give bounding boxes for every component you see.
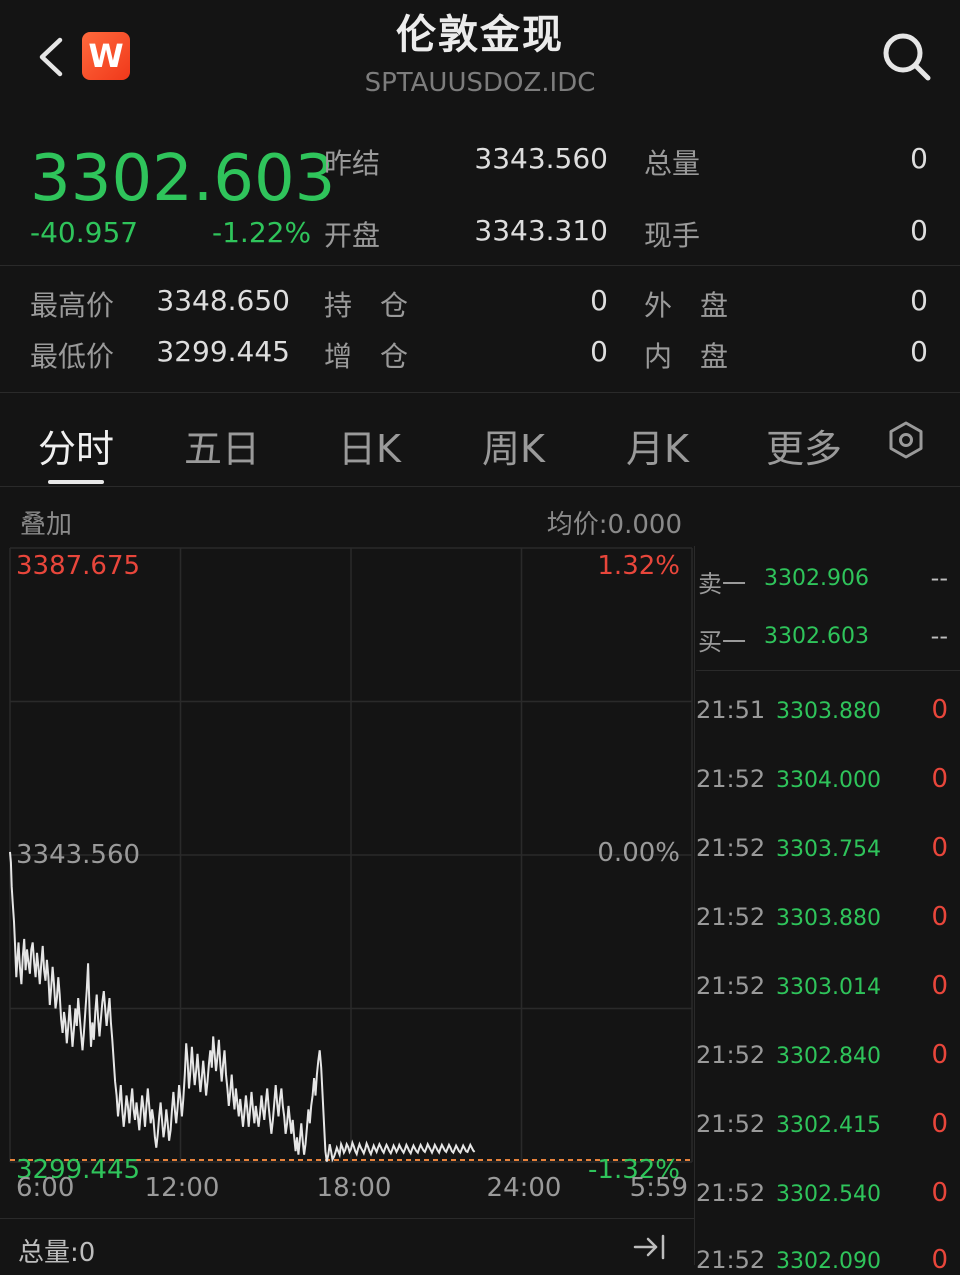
prev-settle-value: 3343.560 xyxy=(474,142,608,175)
tick-time: 21:52 xyxy=(696,1110,766,1138)
chart-x-tick: 18:00 xyxy=(317,1173,392,1203)
ask-label: 卖一 xyxy=(698,570,746,598)
tick-price: 3302.840 xyxy=(776,1044,881,1069)
open-value: 3343.310 xyxy=(474,214,608,247)
oi-change-value: 0 xyxy=(590,335,608,368)
inner-value: 0 xyxy=(910,335,928,368)
tick-price: 3302.540 xyxy=(776,1182,881,1207)
total-volume-value: 0 xyxy=(910,142,928,175)
tick-price: 3303.754 xyxy=(776,837,881,862)
oi-change-label: 增 仓 xyxy=(324,340,409,373)
divider xyxy=(0,265,960,266)
tab-weekly-k[interactable]: 周K xyxy=(482,418,545,473)
page-title: 伦敦金现 xyxy=(396,12,564,58)
high-value: 3348.650 xyxy=(156,284,290,317)
chart-x-tick: 6:00 xyxy=(16,1173,74,1203)
search-icon[interactable] xyxy=(880,30,934,84)
outer-label: 外 盘 xyxy=(644,289,729,322)
intraday-chart[interactable]: 3387.675 3343.560 3299.445 1.32% 0.00% -… xyxy=(0,540,694,1220)
tab-monthly-k[interactable]: 月K xyxy=(626,418,689,473)
divider xyxy=(0,392,960,393)
tab-intraday[interactable]: 分时 xyxy=(38,418,114,473)
settings-icon[interactable] xyxy=(886,420,926,460)
tick-price: 3302.415 xyxy=(776,1113,881,1138)
prev-settle-label: 昨结 xyxy=(324,147,381,180)
inner-label: 内 盘 xyxy=(644,340,729,373)
tick-price: 3303.014 xyxy=(776,975,881,1000)
bid-label: 买一 xyxy=(698,628,746,656)
tick-volume: 0 xyxy=(931,1245,948,1275)
tick-price: 3303.880 xyxy=(776,699,881,724)
total-volume-label: 总量 xyxy=(644,147,701,180)
chart-x-tick: 5:59 xyxy=(630,1173,688,1203)
tick-volume: 0 xyxy=(931,695,948,725)
volume-total: 总量:0 xyxy=(18,1238,96,1268)
tab-more[interactable]: 更多 xyxy=(766,418,842,473)
ask-price: 3302.906 xyxy=(764,566,869,591)
tick-volume: 0 xyxy=(931,1178,948,1208)
price-change-percent: -1.22% xyxy=(212,216,312,249)
tab-five-day[interactable]: 五日 xyxy=(184,418,260,473)
price-change: -40.957 xyxy=(30,216,139,249)
divider xyxy=(696,670,960,671)
tick-time: 21:52 xyxy=(696,903,766,931)
tick-price: 3303.880 xyxy=(776,906,881,931)
tick-time: 21:52 xyxy=(696,834,766,862)
tick-time: 21:52 xyxy=(696,1041,766,1069)
tick-time: 21:52 xyxy=(696,972,766,1000)
tick-time: 21:52 xyxy=(696,1246,766,1274)
ask-qty: -- xyxy=(930,564,948,592)
low-label: 最低价 xyxy=(30,340,115,373)
tick-volume: 0 xyxy=(931,1040,948,1070)
expand-right-icon[interactable] xyxy=(632,1232,668,1262)
chart-pct-tick-middle: 0.00% xyxy=(597,838,680,868)
tick-volume: 0 xyxy=(931,764,948,794)
open-interest-value: 0 xyxy=(590,284,608,317)
divider xyxy=(0,486,960,487)
open-interest-label: 持 仓 xyxy=(324,289,409,322)
panel-divider xyxy=(694,546,695,1265)
chart-y-tick-middle: 3343.560 xyxy=(16,840,140,870)
avg-price-label: 均价:0.000 xyxy=(546,510,682,540)
tab-underline xyxy=(48,480,104,484)
chart-pct-tick-top: 1.32% xyxy=(597,551,680,581)
tick-volume: 0 xyxy=(931,833,948,863)
current-hand-value: 0 xyxy=(910,214,928,247)
chart-y-tick-top: 3387.675 xyxy=(16,551,140,581)
chart-x-tick: 12:00 xyxy=(145,1173,220,1203)
current-hand-label: 现手 xyxy=(644,219,701,252)
tick-time: 21:52 xyxy=(696,765,766,793)
tick-time: 21:51 xyxy=(696,696,766,724)
divider xyxy=(0,1218,694,1219)
tick-volume: 0 xyxy=(931,971,948,1001)
symbol-code: SPTAUUSDOZ.IDC xyxy=(364,68,596,98)
chart-x-tick: 24:00 xyxy=(487,1173,562,1203)
tick-volume: 0 xyxy=(931,1109,948,1139)
last-price: 3302.603 xyxy=(30,142,336,216)
tick-time: 21:52 xyxy=(696,1179,766,1207)
bid-price: 3302.603 xyxy=(764,624,869,649)
overlay-button[interactable]: 叠加 xyxy=(20,504,72,541)
low-value: 3299.445 xyxy=(156,335,290,368)
tab-daily-k[interactable]: 日K xyxy=(338,418,401,473)
chart-series-line xyxy=(9,851,476,1163)
bid-qty: -- xyxy=(930,622,948,650)
outer-value: 0 xyxy=(910,284,928,317)
high-label: 最高价 xyxy=(30,289,115,322)
tick-price: 3304.000 xyxy=(776,768,881,793)
tick-price: 3302.090 xyxy=(776,1249,881,1274)
tick-volume: 0 xyxy=(931,902,948,932)
open-label: 开盘 xyxy=(324,219,381,252)
